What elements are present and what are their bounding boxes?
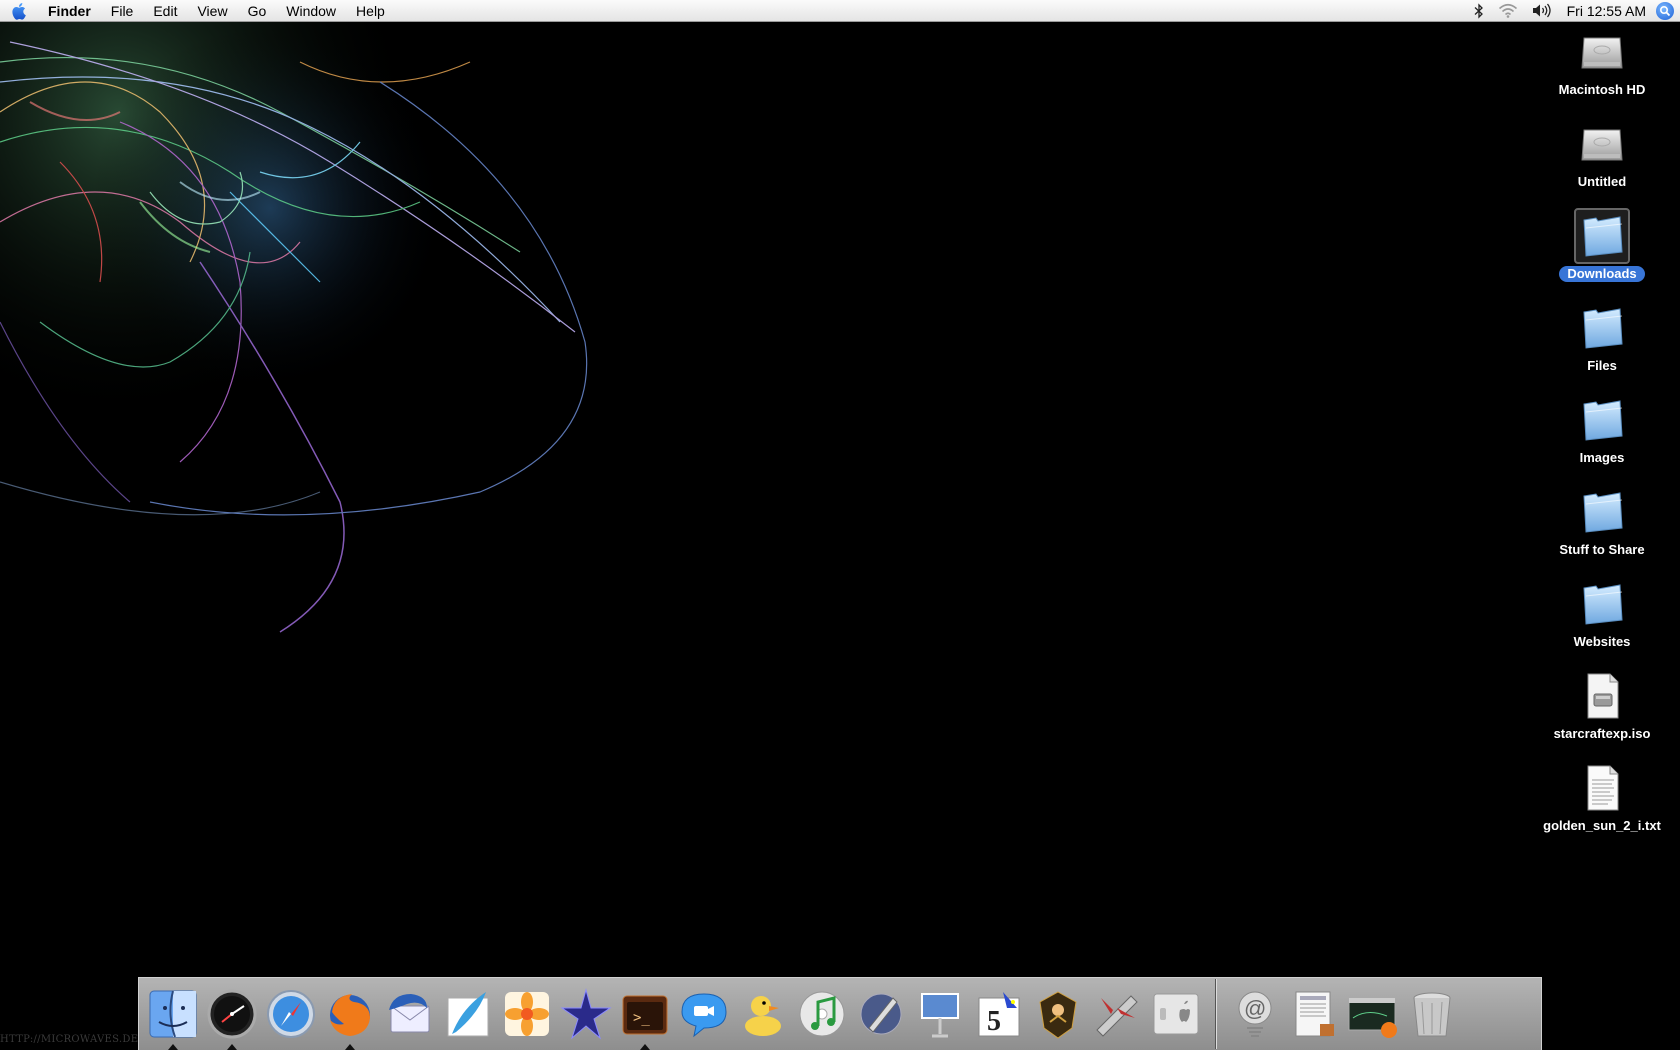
dock-item-firefox[interactable]: [320, 982, 379, 1050]
menu-window[interactable]: Window: [276, 0, 346, 22]
desktop-icon-stuff-to-share[interactable]: Stuff to Share: [1532, 484, 1672, 574]
hard-drive-icon: [1574, 116, 1630, 172]
menu-view[interactable]: View: [187, 0, 237, 22]
bluetooth-icon[interactable]: [1467, 0, 1491, 22]
trash-icon: [1404, 986, 1460, 1042]
cyberduck-icon: [735, 986, 791, 1042]
desktop-icon-golden-sun-txt[interactable]: golden_sun_2_i.txt: [1532, 760, 1672, 850]
dashboard-icon: [204, 986, 260, 1042]
svg-text:>_: >_: [633, 1010, 650, 1026]
desktop-icon-label: Stuff to Share: [1559, 542, 1645, 557]
desktop-icon-macintosh-hd[interactable]: Macintosh HD: [1532, 24, 1672, 114]
dock-item-keynote[interactable]: [910, 982, 969, 1046]
disk-image-icon: [1574, 668, 1630, 724]
dock-item-itunes[interactable]: [792, 982, 851, 1046]
desktop-icon-label: starcraftexp.iso: [1553, 726, 1651, 741]
menu-clock[interactable]: Fri 12:55 AM: [1559, 0, 1656, 22]
dock-item-thunderbird[interactable]: [379, 982, 438, 1046]
dock-item-ichat[interactable]: [674, 982, 733, 1046]
documents-stack-icon: [1286, 986, 1342, 1042]
dock-item-script-editor[interactable]: [851, 982, 910, 1046]
finder-icon: [145, 986, 201, 1042]
dock-item-calendar-app[interactable]: 5: [969, 982, 1028, 1046]
dock-stack-firefox-window[interactable]: [1343, 982, 1402, 1046]
feather-icon: [440, 986, 496, 1042]
svg-text:5: 5: [987, 1006, 1001, 1037]
desktop-icon-downloads[interactable]: Downloads: [1532, 208, 1672, 298]
dock-item-cyberduck[interactable]: [733, 982, 792, 1046]
desktop-icon-label: golden_sun_2_i.txt: [1543, 818, 1661, 833]
wallpaper-fractal-art: [0, 22, 600, 642]
folder-icon: [1574, 576, 1630, 632]
ichat-icon: [676, 986, 732, 1042]
desktop-icon-label: Untitled: [1577, 174, 1627, 189]
menu-app-finder[interactable]: Finder: [40, 0, 101, 22]
menu-go[interactable]: Go: [238, 0, 277, 22]
firefox-window-stack-icon: [1345, 986, 1401, 1042]
folder-icon: [1574, 208, 1630, 264]
menu-edit[interactable]: Edit: [143, 0, 187, 22]
folder-icon: [1574, 484, 1630, 540]
wifi-icon[interactable]: [1491, 0, 1525, 22]
dock-item-terminal-app[interactable]: >_: [615, 982, 674, 1050]
mail-stack-icon: @: [1227, 986, 1283, 1042]
menu-bar: Finder File Edit View Go Window Help Fri…: [0, 0, 1680, 22]
game-warrior-icon: [1030, 986, 1086, 1042]
text-document-icon: [1574, 760, 1630, 816]
firefox-icon: [322, 986, 378, 1042]
dock-item-flower-app[interactable]: [497, 982, 556, 1046]
dock-item-game-warrior[interactable]: [1028, 982, 1087, 1046]
terminal-app-icon: >_: [617, 986, 673, 1042]
keynote-icon: [912, 986, 968, 1042]
menu-file[interactable]: File: [101, 0, 144, 22]
svg-text:@: @: [1244, 996, 1266, 1021]
desktop-icon-images[interactable]: Images: [1532, 392, 1672, 482]
volume-icon[interactable]: [1525, 0, 1559, 22]
folder-icon: [1574, 300, 1630, 356]
desktop-icon-label: Files: [1587, 358, 1617, 373]
folder-icon: [1574, 392, 1630, 448]
desktop-icon-untitled[interactable]: Untitled: [1532, 116, 1672, 206]
dock-item-dashboard[interactable]: [202, 982, 261, 1050]
dock-item-game-ship[interactable]: [1087, 982, 1146, 1046]
itunes-icon: [794, 986, 850, 1042]
game-ship-icon: [1089, 986, 1145, 1042]
dock-item-star-app[interactable]: [556, 982, 615, 1046]
desktop-icon-label: Macintosh HD: [1558, 82, 1646, 97]
desktop-icon-label: Websites: [1573, 634, 1631, 649]
menu-help[interactable]: Help: [346, 0, 395, 22]
dock-item-safari[interactable]: [261, 982, 320, 1046]
desktop-icon-starcraftexp-iso[interactable]: starcraftexp.iso: [1532, 668, 1672, 758]
dock: >_ 5 @: [138, 977, 1542, 1050]
hard-drive-icon: [1574, 24, 1630, 80]
dock-trash[interactable]: [1402, 982, 1461, 1046]
system-switch-icon: [1148, 986, 1204, 1042]
apple-logo-icon[interactable]: [0, 0, 40, 22]
desktop-icon-label: Downloads: [1559, 266, 1645, 282]
dock-stack-documents[interactable]: [1284, 982, 1343, 1046]
calendar-app-icon: 5: [971, 986, 1027, 1042]
dock-stack-mail[interactable]: @: [1225, 982, 1284, 1046]
thunderbird-icon: [381, 986, 437, 1042]
dock-item-system-switch[interactable]: [1146, 982, 1205, 1046]
star-app-icon: [558, 986, 614, 1042]
desktop[interactable]: Finder File Edit View Go Window Help Fri…: [0, 0, 1680, 1050]
flower-app-icon: [499, 986, 555, 1042]
desktop-icon-websites[interactable]: Websites: [1532, 576, 1672, 666]
script-editor-icon: [853, 986, 909, 1042]
desktop-icon-label: Images: [1579, 450, 1625, 465]
spotlight-search-icon[interactable]: [1656, 1, 1674, 20]
dock-item-feather[interactable]: [438, 982, 497, 1046]
safari-icon: [263, 986, 319, 1042]
dock-divider: [1215, 979, 1217, 1049]
desktop-icon-files[interactable]: Files: [1532, 300, 1672, 390]
dock-item-finder[interactable]: [143, 982, 202, 1050]
